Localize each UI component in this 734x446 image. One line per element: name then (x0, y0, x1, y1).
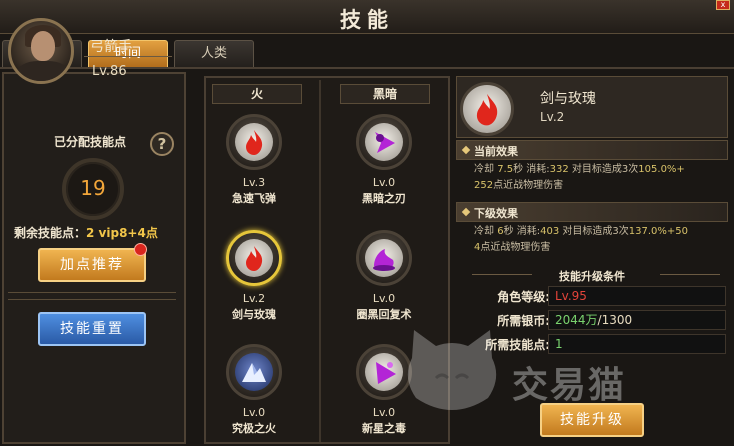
req-silver-label: 所需银币: (497, 314, 550, 328)
skill-name: 剑与玫瑰 (232, 308, 276, 321)
window-title: 技能 (340, 7, 394, 32)
skill-rapid-missile[interactable] (226, 114, 282, 170)
next-effect-title: 下级效果 (474, 207, 518, 220)
req-silver-owned: 2044万 (555, 313, 598, 327)
effect-value: 137.0%+50 (628, 226, 688, 237)
remaining-points-value: 2 vip8+4点 (86, 226, 158, 240)
skill-ultimate-fire[interactable] (226, 344, 282, 400)
dark-heal-icon (373, 249, 395, 271)
effect-value: 332 (549, 164, 569, 175)
req-silver-value: 2044万/1300 (548, 310, 726, 330)
dark-blade-icon (375, 132, 395, 153)
next-effect-text: 冷却 6秒 消耗:403 对目标造成3次137.0%+50 4点近战物理伤害 (474, 224, 726, 256)
recommend-button[interactable]: 加点推荐 (38, 248, 146, 282)
effect-label: 点近战物理伤害 (493, 180, 564, 191)
divider (8, 292, 176, 300)
req-silver-needed: /1300 (597, 313, 633, 327)
effect-value: 403 (540, 226, 560, 237)
avatar (8, 18, 74, 84)
skill-level: Lv.0 (242, 406, 266, 419)
effect-label: 秒 消耗: (503, 226, 541, 237)
mountain-icon (242, 363, 266, 382)
skill-level: Lv.0 (372, 406, 396, 419)
skill-name: 究极之火 (232, 422, 276, 435)
selected-skill-name: 剑与玫瑰 (540, 91, 596, 107)
req-points-label: 所需技能点: (485, 338, 550, 352)
diamond-icon (461, 207, 471, 217)
fire-icon (246, 246, 263, 271)
effect-label: 点近战物理伤害 (480, 242, 551, 253)
skill-level: Lv.2 (242, 292, 266, 305)
divider (84, 56, 172, 57)
upgrade-skill-button[interactable]: 技能升级 (540, 403, 644, 437)
skill-sword-and-rose[interactable] (226, 230, 282, 286)
effect-value: 7.5 (497, 164, 514, 175)
effect-label: 对目标造成3次 (559, 226, 629, 237)
notification-dot (134, 243, 147, 256)
selected-skill-level: Lv.2 (540, 110, 565, 124)
help-icon[interactable]: ? (150, 132, 174, 156)
column-divider (319, 80, 321, 442)
reset-skills-button[interactable]: 技能重置 (38, 312, 146, 346)
skill-level: Lv.0 (372, 292, 396, 305)
hero-level: Lv.86 (92, 64, 127, 79)
upgrade-conditions-title: 技能升级条件 (559, 270, 625, 283)
column-header-fire: 火 (212, 84, 302, 104)
effect-label: 秒 消耗: (513, 164, 550, 175)
req-points-value: 1 (548, 334, 726, 354)
poison-icon (376, 362, 396, 384)
close-button[interactable]: x (716, 0, 730, 10)
assigned-points-label: 已分配技能点 (54, 135, 127, 149)
current-effect-title: 当前效果 (474, 145, 518, 158)
title-bar: 技能 x (0, 0, 734, 34)
column-header-dark: 黑暗 (340, 84, 430, 104)
skill-name: 新星之毒 (362, 422, 406, 435)
effect-value: 252 (474, 180, 494, 191)
selected-skill-icon (460, 82, 514, 136)
req-role-level-value: Lv.95 (548, 286, 726, 306)
remaining-points: 剩余技能点：2 vip8+4点 (14, 224, 158, 241)
skill-dark-blade[interactable] (356, 114, 412, 170)
fire-icon (476, 93, 498, 126)
remaining-points-label: 剩余技能点： (14, 226, 87, 240)
skill-name: 圈黑回复术 (356, 308, 412, 321)
tab-human[interactable]: 人类 (174, 40, 254, 68)
diamond-icon (461, 145, 471, 155)
skill-dark-heal[interactable] (356, 230, 412, 286)
req-role-level-label: 角色等级: (497, 290, 550, 304)
skill-nova-poison[interactable] (356, 344, 412, 400)
effect-label: 对目标造成3次 (568, 164, 639, 175)
fire-icon (246, 130, 263, 155)
effect-value: 105.0%+ (638, 164, 685, 175)
skill-level: Lv.3 (242, 176, 266, 189)
hero-name: 弓箭手 (90, 39, 132, 55)
current-effect-text: 冷却 7.5秒 消耗:332 对目标造成3次105.0%+ 252点近战物理伤害 (474, 162, 726, 194)
assigned-points-value: 19 (80, 176, 106, 200)
effect-label: 冷却 (474, 226, 494, 237)
divider (660, 274, 720, 275)
skill-name: 急速飞弹 (232, 192, 276, 205)
effect-label: 冷却 (474, 164, 494, 175)
skill-level: Lv.0 (372, 176, 396, 189)
watermark-text: 交易猫 (512, 365, 627, 406)
skill-name: 黑暗之刃 (362, 192, 406, 205)
